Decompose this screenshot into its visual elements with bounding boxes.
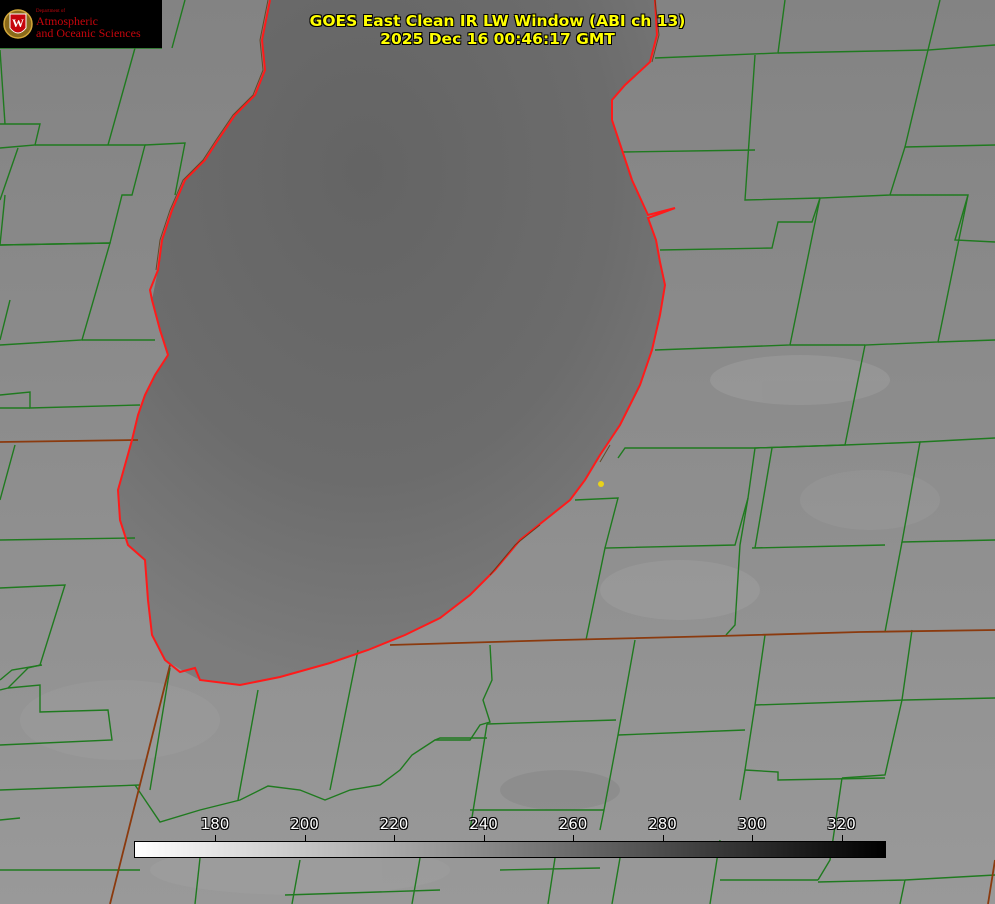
- temperature-colorbar: [134, 841, 886, 858]
- image-timestamp: 2025 Dec 16 00:46:17 GMT: [380, 30, 615, 48]
- colorbar-tick-label: 200: [290, 815, 319, 833]
- colorbar-tick-label: 280: [648, 815, 677, 833]
- colorbar-tick-label: 220: [379, 815, 409, 833]
- colorbar-gradient: [135, 842, 885, 857]
- satellite-image-viewer: W Department of Atmospheric and Oceanic …: [0, 0, 995, 904]
- image-title: GOES East Clean IR LW Window (ABI ch 13): [309, 12, 686, 30]
- satellite-map: [0, 0, 995, 904]
- colorbar-tick-label: 240: [469, 815, 498, 833]
- station-marker: [598, 481, 604, 487]
- colorbar-tick-label: 180: [200, 815, 230, 833]
- colorbar-tick-label: 320: [827, 815, 856, 833]
- colorbar-tick-label: 260: [558, 815, 588, 833]
- colorbar-tick-label: 300: [737, 815, 767, 833]
